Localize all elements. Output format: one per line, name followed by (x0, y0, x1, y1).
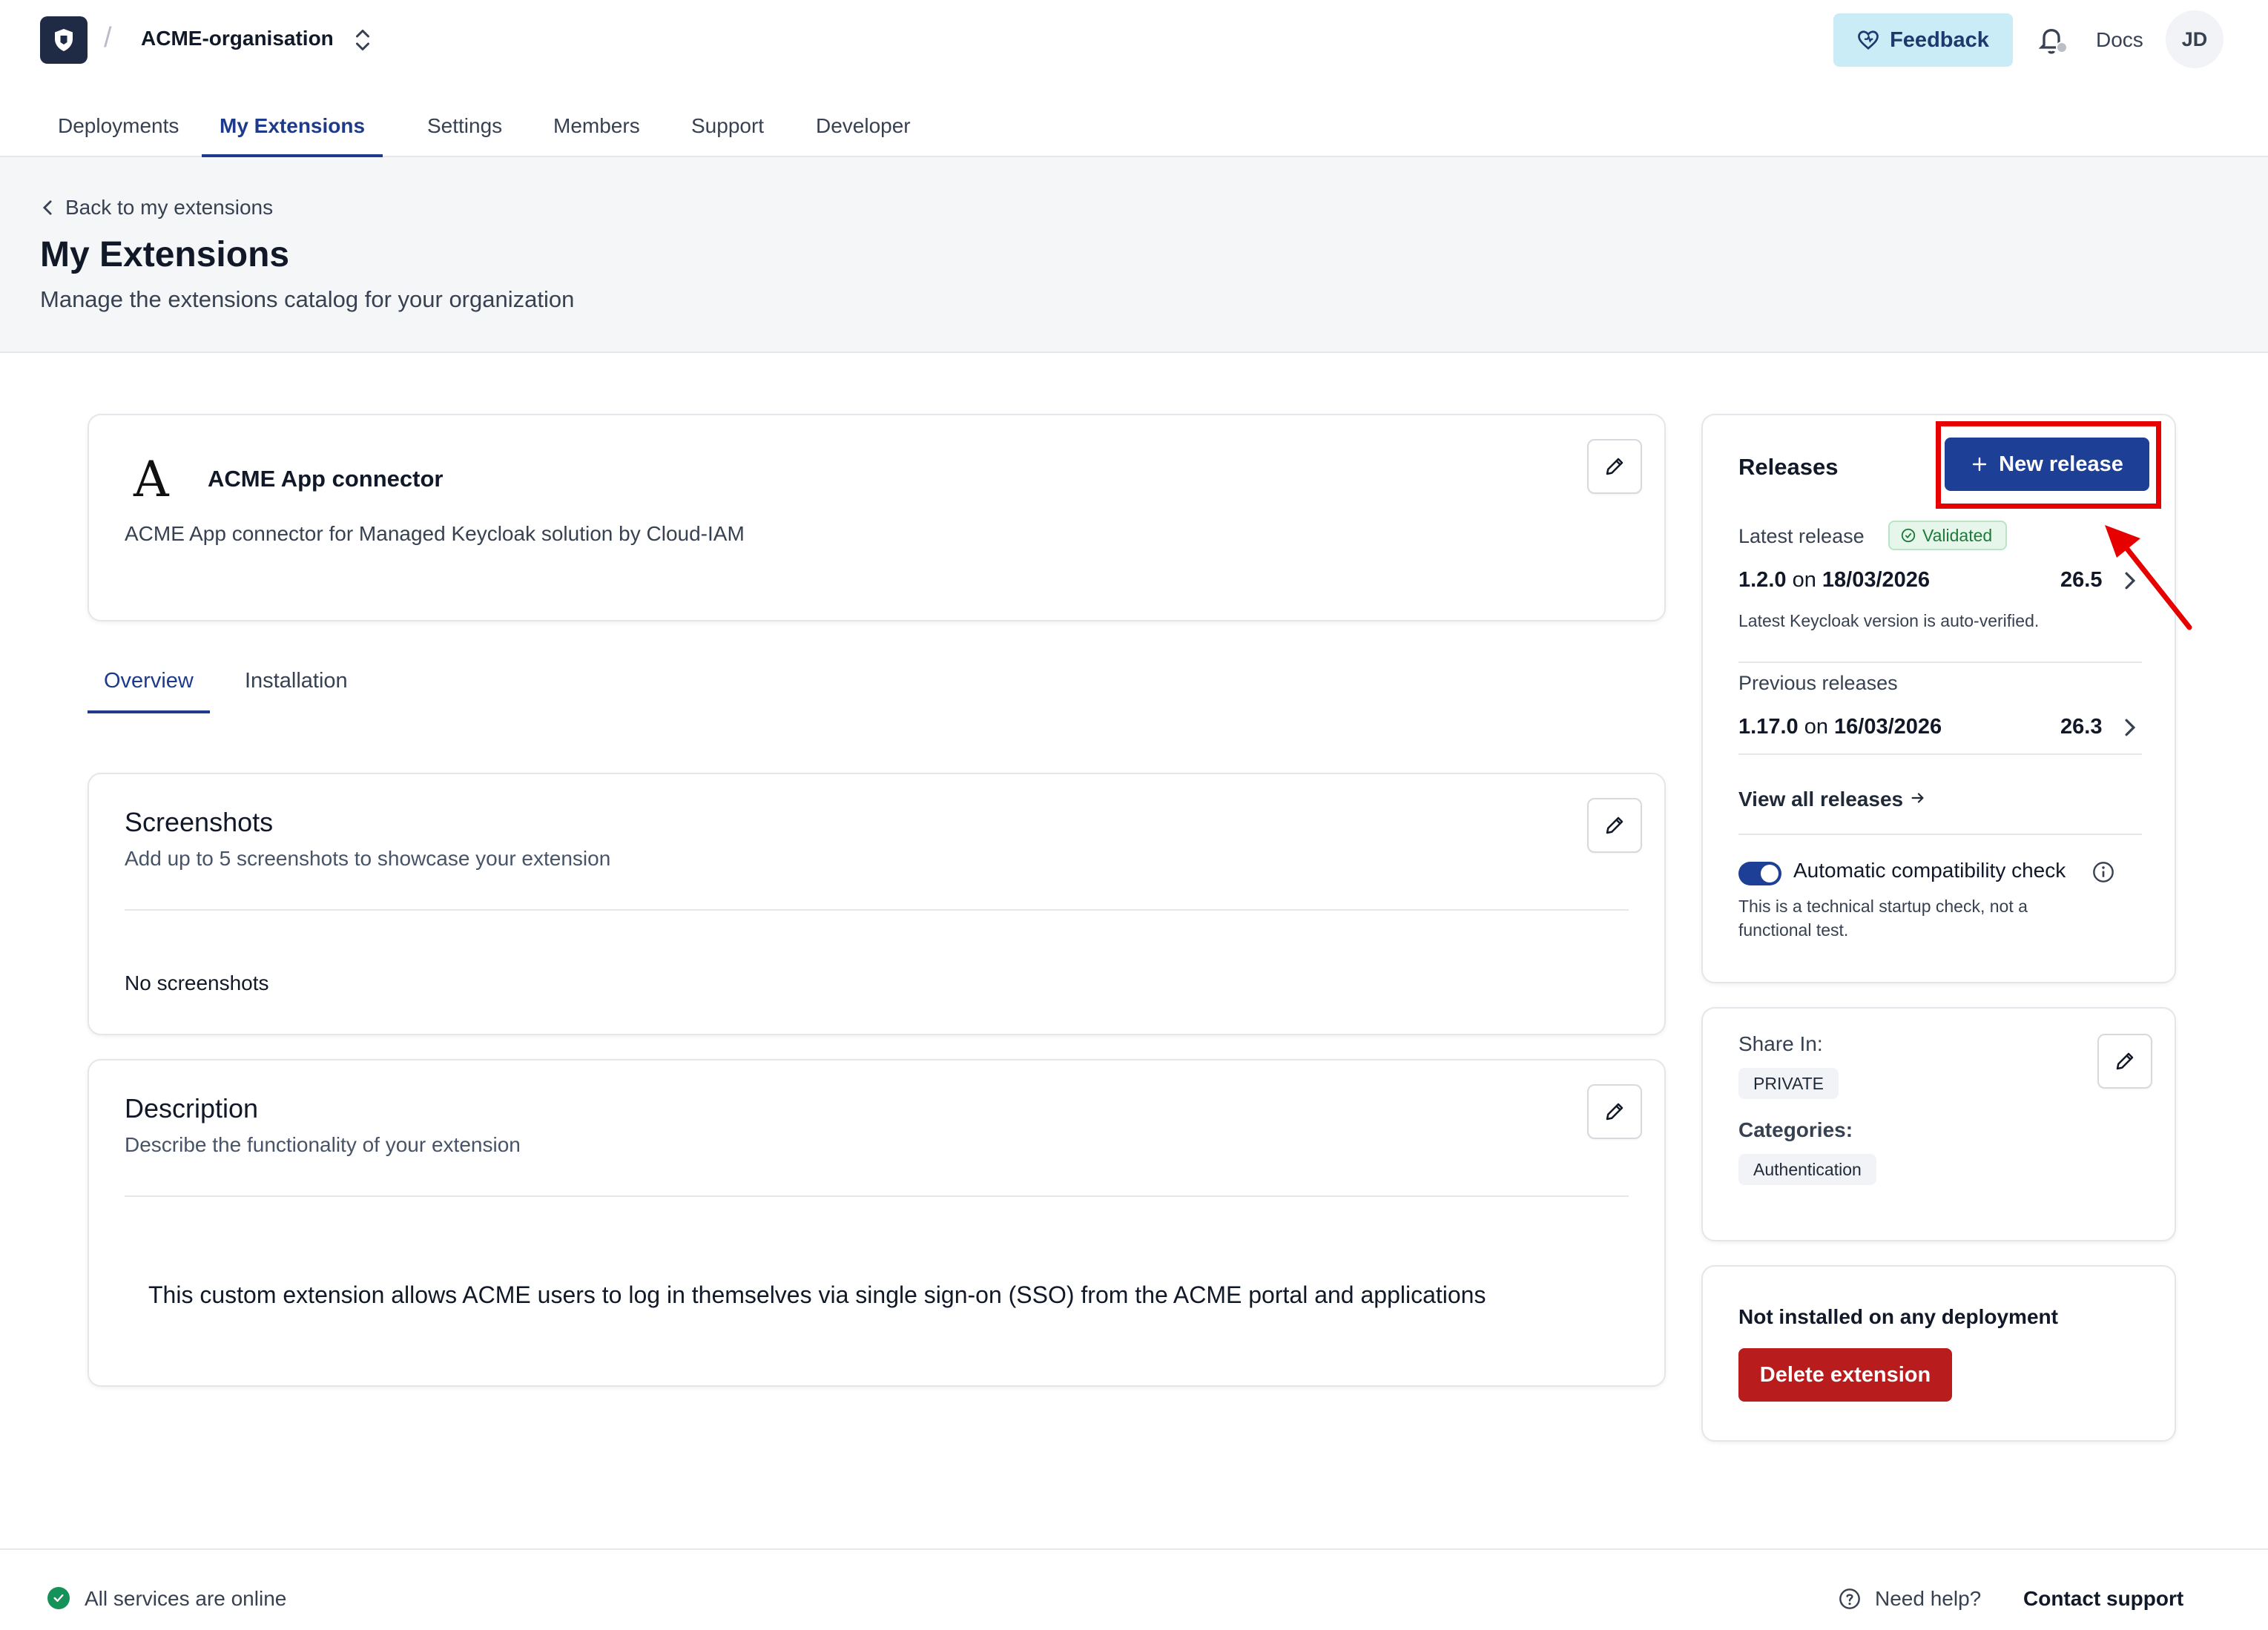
back-link-label: Back to my extensions (65, 196, 274, 219)
edit-extension-button[interactable] (1587, 439, 1642, 494)
latest-release-version: 1.2.0 (1738, 568, 1787, 592)
page-header: Back to my extensions My Extensions Mana… (0, 157, 2268, 353)
back-link[interactable]: Back to my extensions (42, 196, 273, 220)
annotation-arrow-icon (2105, 525, 2192, 630)
screenshots-subtitle: Add up to 5 screenshots to showcase your… (125, 847, 611, 870)
nav-tab-developer[interactable]: Developer (816, 114, 911, 157)
previous-release-row[interactable]: 1.17.0 on 16/03/2026 (1738, 715, 1942, 739)
nav-tab-support[interactable]: Support (691, 114, 764, 157)
divider (125, 909, 1629, 911)
releases-title: Releases (1738, 454, 1839, 480)
compatibility-check-label: Automatic compatibility check (1793, 859, 2066, 882)
nav-tab-settings[interactable]: Settings (427, 114, 502, 157)
share-in-label: Share In: (1738, 1032, 1823, 1055)
divider (125, 1195, 1629, 1197)
description-title: Description (125, 1093, 259, 1123)
heart-icon (1858, 30, 1879, 50)
edit-sharing-button[interactable] (2097, 1034, 2152, 1089)
description-body: This custom extension allows ACME users … (148, 1281, 1486, 1308)
validated-badge-label: Validated (1922, 525, 1993, 545)
footer: All services are online Need help? Conta… (0, 1548, 2268, 1630)
nav-tab-deployments[interactable]: Deployments (58, 114, 179, 157)
info-icon[interactable] (2091, 860, 2115, 884)
screenshots-empty-text: No screenshots (125, 971, 269, 994)
need-help-text: Need help? (1875, 1587, 1982, 1610)
compatibility-check-note: This is a technical startup check, not a… (1738, 897, 2028, 940)
highlight-annotation (1936, 421, 2161, 509)
docs-link[interactable]: Docs (2096, 28, 2143, 52)
extension-subtabs: Overview Installation (88, 653, 829, 713)
sharing-card: Share In: PRIVATE Categories: Authentica… (1701, 1007, 2176, 1241)
user-avatar[interactable]: JD (2166, 10, 2224, 68)
previous-release-date: 16/03/2026 (1834, 715, 1942, 739)
nav-tab-my-extensions[interactable]: My Extensions (202, 114, 383, 157)
pencil-icon (1606, 816, 1623, 834)
latest-release-row[interactable]: 1.2.0 on 18/03/2026 (1738, 568, 1930, 593)
check-circle-icon (1901, 528, 1916, 543)
latest-release-on: on (1792, 568, 1816, 592)
chevron-right-icon[interactable] (2123, 718, 2137, 737)
status-ok-icon (47, 1587, 70, 1609)
notification-status-dot (2056, 42, 2068, 53)
extension-description: ACME App connector for Managed Keycloak … (125, 522, 745, 545)
latest-release-date: 18/03/2026 (1822, 568, 1931, 592)
organisation-name[interactable]: ACME-organisation (141, 27, 334, 50)
arrow-right-icon (1911, 793, 1924, 803)
services-status-text: All services are online (85, 1587, 287, 1610)
screenshots-card: Screenshots Add up to 5 screenshots to s… (88, 773, 1666, 1035)
divider (1738, 834, 2142, 835)
pencil-icon (1606, 458, 1623, 475)
view-all-releases-link[interactable]: View all releases (1738, 788, 1927, 811)
pencil-icon (1606, 1103, 1623, 1121)
nav-tab-members[interactable]: Members (553, 114, 640, 157)
description-subtitle: Describe the functionality of your exten… (125, 1133, 521, 1156)
question-circle-icon (1839, 1588, 1860, 1609)
category-pill: Authentication (1738, 1154, 1876, 1185)
latest-release-label: Latest release (1738, 525, 1865, 547)
previous-release-version: 1.17.0 (1738, 715, 1799, 739)
validated-badge: Validated (1888, 521, 2008, 550)
delete-extension-button[interactable]: Delete extension (1738, 1348, 1952, 1402)
view-all-releases-label: View all releases (1738, 788, 1904, 811)
subtab-overview[interactable]: Overview (88, 669, 210, 713)
divider (1738, 753, 2142, 755)
feedback-button[interactable]: Feedback (1833, 13, 2013, 67)
categories-label: Categories: (1738, 1118, 1853, 1141)
previous-keycloak-version: 26.3 (2060, 715, 2103, 739)
main-nav: Deployments My Extensions Settings Membe… (0, 104, 2268, 157)
chevron-left-icon (42, 200, 52, 215)
page-subtitle: Manage the extensions catalog for your o… (40, 286, 575, 312)
divider (1738, 661, 2142, 663)
page-title: My Extensions (40, 235, 290, 274)
delete-extension-card: Not installed on any deployment Delete e… (1701, 1265, 2176, 1442)
share-visibility-pill: PRIVATE (1738, 1068, 1839, 1099)
latest-release-note: Latest Keycloak version is auto-verified… (1738, 611, 2040, 630)
chevron-up-down-icon[interactable] (352, 27, 374, 53)
edit-screenshots-button[interactable] (1587, 798, 1642, 853)
contact-support-link[interactable]: Contact support (2023, 1587, 2183, 1611)
pencil-icon (2116, 1052, 2134, 1070)
extension-summary-card: A ACME App connector ACME App connector … (88, 414, 1666, 621)
previous-releases-label: Previous releases (1738, 672, 1898, 694)
breadcrumb-separator: / (104, 22, 112, 53)
description-card: Description Describe the functionality o… (88, 1059, 1666, 1387)
subtab-installation[interactable]: Installation (245, 669, 348, 713)
toggle-knob (1761, 865, 1779, 882)
previous-release-on: on (1804, 715, 1828, 739)
installation-status-text: Not installed on any deployment (1738, 1305, 2058, 1328)
extension-logo: A (133, 451, 169, 508)
top-bar: / ACME-organisation Feedback Docs JD (0, 0, 2268, 80)
edit-description-button[interactable] (1587, 1084, 1642, 1139)
screenshots-title: Screenshots (125, 807, 274, 837)
app-logo-icon[interactable] (40, 16, 88, 64)
feedback-label: Feedback (1890, 27, 1989, 52)
extension-name: ACME App connector (208, 466, 444, 492)
compatibility-check-toggle[interactable] (1738, 862, 1781, 885)
